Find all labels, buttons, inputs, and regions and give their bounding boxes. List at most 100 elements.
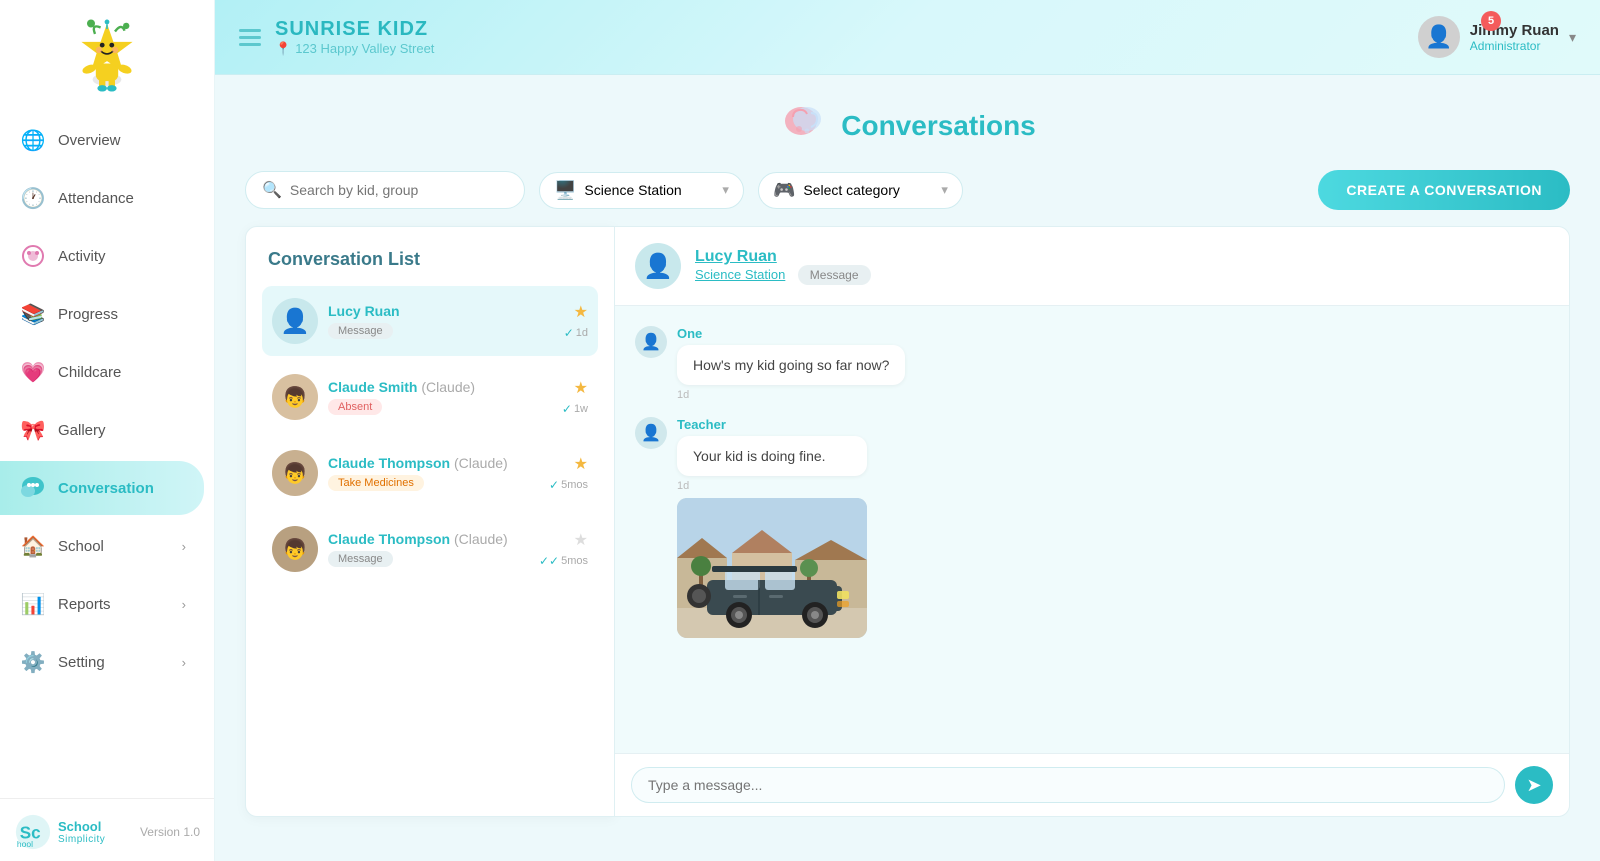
user-dropdown-arrow[interactable]: ▾ bbox=[1569, 29, 1576, 46]
sidebar-item-label: Activity bbox=[58, 248, 106, 265]
sidebar-item-overview[interactable]: 🌐 Overview bbox=[0, 113, 204, 167]
category-icon: 🎮 bbox=[773, 180, 795, 201]
search-box: 🔍 bbox=[245, 171, 525, 209]
conversation-item[interactable]: 👦 Claude Thompson (Claude) Message ★ ✓✓ … bbox=[262, 514, 598, 584]
avatar-person-icon: 👤 bbox=[280, 307, 310, 336]
group-chevron-icon: ▾ bbox=[722, 182, 729, 198]
search-input[interactable] bbox=[290, 182, 490, 198]
message-bubble: 👤 Teacher Your kid is doing fine. 1d bbox=[635, 417, 1055, 638]
conversation-icon bbox=[18, 473, 48, 503]
sidebar-item-label: Overview bbox=[58, 132, 121, 149]
check-icon: ✓ bbox=[564, 326, 574, 340]
star-icon[interactable]: ★ bbox=[574, 378, 588, 398]
message-content: One How's my kid going so far now? 1d bbox=[677, 326, 905, 401]
conversation-item[interactable]: 👦 Claude Thompson (Claude) Take Medicine… bbox=[262, 438, 598, 508]
sidebar-item-childcare[interactable]: 💗 Childcare bbox=[0, 345, 204, 399]
school-address: 📍 123 Happy Valley Street bbox=[275, 41, 434, 57]
chat-contact-tag: Message bbox=[798, 265, 871, 285]
sidebar-item-label: Childcare bbox=[58, 364, 121, 381]
sidebar-item-label: School bbox=[58, 538, 104, 555]
chat-group-name[interactable]: Science Station bbox=[695, 267, 785, 282]
sidebar-item-attendance[interactable]: 🕐 Attendance bbox=[0, 171, 204, 225]
svg-text:hool: hool bbox=[17, 839, 33, 849]
school-name: SUNRISE KIDZ bbox=[275, 18, 434, 41]
conversation-list-panel: Conversation List 👤 Lucy Ruan Message ★ … bbox=[245, 226, 615, 817]
check-icon: ✓✓ bbox=[539, 554, 559, 568]
app-logo-icon bbox=[67, 18, 147, 93]
conv-tag: Message bbox=[328, 323, 393, 339]
group-select-box[interactable]: 🖥️ Science Station Group A Group B ▾ bbox=[539, 172, 744, 209]
sidebar-navigation: 🌐 Overview 🕐 Attendance Activity 📚 Progr… bbox=[0, 103, 214, 798]
conv-info: Lucy Ruan Message bbox=[328, 303, 554, 339]
activity-icon bbox=[18, 241, 48, 271]
conv-name: Claude Smith (Claude) bbox=[328, 379, 552, 395]
brand-logo-icon: Sc hool bbox=[14, 813, 52, 851]
chat-panel: 👤 Lucy Ruan Science Station Message bbox=[615, 226, 1570, 817]
sidebar-item-activity[interactable]: Activity bbox=[0, 229, 204, 283]
sidebar-item-reports[interactable]: 📊 Reports › bbox=[0, 577, 204, 631]
conversation-list-title: Conversation List bbox=[262, 249, 598, 270]
reports-icon: 📊 bbox=[18, 589, 48, 619]
sidebar-item-label: Attendance bbox=[58, 190, 134, 207]
chat-message-input[interactable] bbox=[631, 767, 1505, 803]
sidebar-item-setting[interactable]: ⚙️ Setting › bbox=[0, 635, 204, 689]
conv-info: Claude Smith (Claude) Absent bbox=[328, 379, 552, 415]
star-icon[interactable]: ★ bbox=[574, 454, 588, 474]
conv-avatar: 👦 bbox=[272, 374, 318, 420]
page-title-icon bbox=[779, 97, 827, 154]
conv-meta: ★ ✓ 1w bbox=[562, 378, 588, 416]
notification-badge[interactable]: 5 bbox=[1481, 11, 1501, 31]
overview-icon: 🌐 bbox=[18, 125, 48, 155]
avatar-icon: 👤 bbox=[641, 423, 661, 443]
conv-tag: Absent bbox=[328, 399, 382, 415]
conv-time: ✓ 1w bbox=[562, 402, 588, 416]
version-label: Version 1.0 bbox=[140, 825, 200, 839]
header-right: 5 👤 Jimmy Ruan Administrator ▾ bbox=[1418, 16, 1576, 58]
conv-info: Claude Thompson (Claude) Take Medicines bbox=[328, 455, 539, 491]
brand-logo: Sc hool School Simplicity bbox=[14, 813, 105, 851]
category-select-box[interactable]: 🎮 Select category Message Absent ▾ bbox=[758, 172, 963, 209]
conv-time: ✓ 5mos bbox=[549, 478, 588, 492]
chat-input-area: ➤ bbox=[615, 753, 1569, 816]
message-text: Your kid is doing fine. bbox=[677, 436, 867, 476]
setting-arrow-icon: › bbox=[182, 655, 186, 670]
page-title: Conversations bbox=[841, 110, 1036, 142]
sidebar-item-school[interactable]: 🏠 School › bbox=[0, 519, 204, 573]
conv-avatar: 👤 bbox=[272, 298, 318, 344]
check-icon: ✓ bbox=[562, 402, 572, 416]
school-info: SUNRISE KIDZ 📍 123 Happy Valley Street bbox=[275, 18, 434, 57]
message-bubble: 👤 One How's my kid going so far now? 1d bbox=[635, 326, 1055, 401]
category-chevron-icon: ▾ bbox=[941, 182, 948, 198]
childcare-icon: 💗 bbox=[18, 357, 48, 387]
conversations-area: Conversation List 👤 Lucy Ruan Message ★ … bbox=[215, 226, 1600, 837]
chat-messages: 👤 One How's my kid going so far now? 1d … bbox=[615, 306, 1569, 753]
sidebar: 🌐 Overview 🕐 Attendance Activity 📚 Progr… bbox=[0, 0, 215, 861]
star-icon[interactable]: ★ bbox=[574, 302, 588, 322]
avatar-person-icon: 👤 bbox=[643, 252, 673, 281]
sidebar-item-gallery[interactable]: 🎀 Gallery bbox=[0, 403, 204, 457]
check-icon: ✓ bbox=[549, 478, 559, 492]
conv-time: ✓ 1d bbox=[564, 326, 588, 340]
brand-tagline: Simplicity bbox=[58, 834, 105, 845]
sidebar-item-label: Setting bbox=[58, 654, 105, 671]
brand-name: School bbox=[58, 819, 105, 834]
user-avatar: 👤 bbox=[1418, 16, 1460, 58]
message-text: How's my kid going so far now? bbox=[677, 345, 905, 385]
create-conversation-button[interactable]: CREATE A CONVERSATION bbox=[1318, 170, 1570, 210]
sidebar-item-conversation[interactable]: Conversation bbox=[0, 461, 204, 515]
conversation-item[interactable]: 👦 Claude Smith (Claude) Absent ★ ✓ 1w bbox=[262, 362, 598, 432]
message-sender-avatar: 👤 bbox=[635, 417, 667, 449]
chat-contact-name[interactable]: Lucy Ruan bbox=[695, 248, 871, 266]
hamburger-menu[interactable] bbox=[239, 29, 261, 46]
send-message-button[interactable]: ➤ bbox=[1515, 766, 1553, 804]
avatar-icon: 👤 bbox=[641, 332, 661, 352]
category-select[interactable]: Select category Message Absent bbox=[803, 182, 933, 198]
chat-contact-info: Lucy Ruan Science Station Message bbox=[695, 248, 871, 284]
group-select[interactable]: Science Station Group A Group B bbox=[584, 182, 714, 198]
conversations-icon bbox=[779, 97, 827, 145]
sidebar-item-progress[interactable]: 📚 Progress bbox=[0, 287, 204, 341]
conv-avatar: 👦 bbox=[272, 450, 318, 496]
conversation-item[interactable]: 👤 Lucy Ruan Message ★ ✓ 1d bbox=[262, 286, 598, 356]
star-icon[interactable]: ★ bbox=[574, 530, 588, 550]
app-header: SUNRISE KIDZ 📍 123 Happy Valley Street 5… bbox=[215, 0, 1600, 75]
